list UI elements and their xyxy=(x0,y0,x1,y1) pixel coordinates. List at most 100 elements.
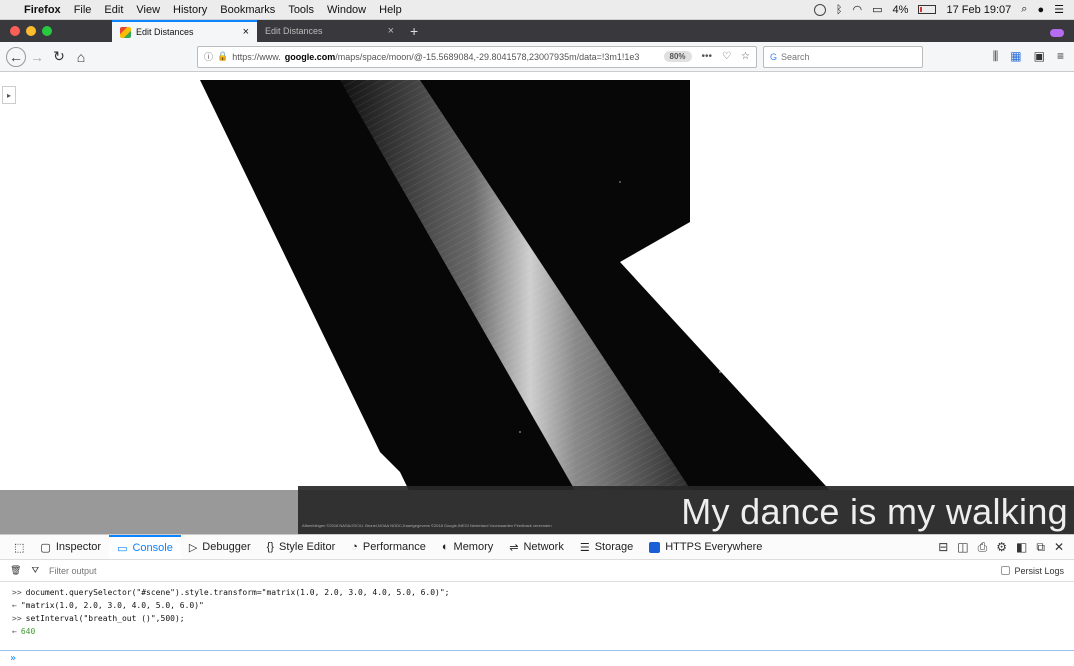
clear-console-trash-icon[interactable]: 🗑 xyxy=(10,565,21,576)
sidebar-toggle-icon[interactable]: ▣ xyxy=(1034,49,1045,64)
bluetooth-icon[interactable]: ᛒ xyxy=(836,4,843,16)
tab-style-editor[interactable]: {} Style Editor xyxy=(259,535,344,559)
wifi-icon[interactable]: ◠ xyxy=(853,3,863,16)
tab-storage-label: Storage xyxy=(594,541,634,553)
close-tab-icon[interactable]: × xyxy=(243,26,249,38)
console-prompt-icon: » xyxy=(10,653,17,664)
tab-performance[interactable]: ◔ Performance xyxy=(343,535,434,559)
reload-button[interactable]: ↻ xyxy=(48,46,70,68)
filter-output-input[interactable]: Filter output xyxy=(49,566,97,576)
home-button[interactable]: ⌂ xyxy=(70,46,92,68)
tab-label: Edit Distances xyxy=(136,27,194,37)
menu-tools[interactable]: Tools xyxy=(288,4,314,16)
tab-console[interactable]: ▭ Console xyxy=(109,535,181,559)
site-info-icon[interactable]: ⓘ xyxy=(204,50,213,63)
menu-help[interactable]: Help xyxy=(379,4,402,16)
console-output: >> document.querySelector("#scene").styl… xyxy=(0,582,1074,666)
pocket-icon[interactable]: ♡ xyxy=(722,51,731,62)
close-devtools-icon[interactable]: ✕ xyxy=(1054,540,1064,554)
tab-strip: Edit Distances × Edit Distances × + xyxy=(0,20,1074,42)
network-icon: ⇌ xyxy=(509,541,519,554)
menu-history[interactable]: History xyxy=(173,4,207,16)
close-tab-icon[interactable]: × xyxy=(388,25,394,37)
tab-edit-distances-active[interactable]: Edit Distances × xyxy=(112,20,257,42)
google-maps-favicon-icon xyxy=(120,26,131,38)
devtools-toolbar: ⬚ ▢ Inspector ▭ Console ▷ Debugger {} Style … xyxy=(0,534,1074,560)
page-actions-icon[interactable]: ••• xyxy=(702,51,713,62)
console-input-field[interactable]: » xyxy=(0,650,1074,666)
tab-debugger[interactable]: ▷ Debugger xyxy=(181,535,259,559)
console-input-text[interactable]: document.querySelector("#scene").style.t… xyxy=(26,588,450,597)
dock-options-icon[interactable]: ⊟ xyxy=(938,540,948,554)
menu-app-name[interactable]: Firefox xyxy=(24,4,61,16)
console-line: >> setInterval("breath_out ()",500); xyxy=(0,612,1074,625)
style-editor-icon: {} xyxy=(266,541,274,553)
url-bar[interactable]: ⓘ 🔒 https://www. google.com/maps/space/mo… xyxy=(197,45,757,68)
persist-logs-checkbox[interactable] xyxy=(1001,566,1011,575)
tab-memory[interactable]: ◐ Memory xyxy=(434,535,501,559)
tab-https-everywhere-label: HTTPS Everywhere xyxy=(665,541,763,553)
search-bar[interactable]: G Search xyxy=(763,45,923,68)
caption-overlay: Afbeeldingen ©2018 NASA/JSC/U. Brunei,NO… xyxy=(298,486,1074,534)
dock-side-icon[interactable]: ◧ xyxy=(1016,540,1027,554)
bookmark-star-icon[interactable]: ☆ xyxy=(741,51,750,62)
battery-percent: 4% xyxy=(892,3,909,16)
tab-https-everywhere[interactable]: HTTPS Everywhere xyxy=(641,535,770,559)
tab-inspector[interactable]: ▢ Inspector xyxy=(32,535,109,559)
split-console-icon[interactable]: ◫ xyxy=(957,540,968,554)
spotlight-search-icon[interactable]: ⌕ xyxy=(1021,3,1027,16)
element-picker-icon: ⬚ xyxy=(14,541,25,554)
extension-icon[interactable]: ▦ xyxy=(1010,49,1021,64)
notification-center-icon[interactable]: ☰ xyxy=(1054,3,1064,16)
zoom-level-button[interactable]: 80% xyxy=(663,51,692,62)
filter-funnel-icon[interactable]: ⛛ xyxy=(31,565,39,576)
menu-window[interactable]: Window xyxy=(327,4,366,16)
page-content: ▸ Afbeeldingen ©2018 NASA/JSC/U. Brunei,… xyxy=(0,72,1074,534)
tab-edit-distances[interactable]: Edit Distances × xyxy=(257,20,402,42)
minimize-window-icon[interactable] xyxy=(26,26,36,36)
map-copyright-text[interactable]: Afbeeldingen ©2018 NASA/JSC/U. Brunei,NO… xyxy=(302,523,552,528)
sidebar-expand-button[interactable]: ▸ xyxy=(2,86,16,104)
console-line: >> document.querySelector("#scene").styl… xyxy=(0,586,1074,599)
console-output-text[interactable]: "matrix(1.0, 2.0, 3.0, 4.0, 5.0, 6.0)" xyxy=(21,601,204,610)
library-icon[interactable]: ⫼ xyxy=(993,49,999,64)
settings-gear-icon[interactable]: ⚙ xyxy=(996,540,1007,554)
tab-debugger-label: Debugger xyxy=(202,541,251,553)
separate-window-icon[interactable]: ⧉ xyxy=(1036,540,1045,555)
screenshot-icon[interactable]: ⎙ xyxy=(978,540,988,555)
console-line: ← 640 xyxy=(0,625,1074,638)
google-search-icon: G xyxy=(770,51,778,62)
back-button[interactable]: ← xyxy=(6,46,26,67)
zoom-window-icon[interactable] xyxy=(42,26,52,36)
battery-icon[interactable] xyxy=(918,5,937,14)
console-output-number[interactable]: 640 xyxy=(21,627,35,636)
record-icon[interactable] xyxy=(813,3,826,16)
close-window-icon[interactable] xyxy=(10,26,20,36)
menu-view[interactable]: View xyxy=(136,4,160,16)
moon-speck xyxy=(619,181,621,183)
forward-button[interactable]: → xyxy=(26,46,48,68)
tab-performance-label: Performance xyxy=(362,541,426,553)
menu-file[interactable]: File xyxy=(74,4,92,16)
airplay-icon[interactable]: ▭ xyxy=(872,3,882,16)
menu-bookmarks[interactable]: Bookmarks xyxy=(220,4,275,16)
new-tab-button[interactable]: + xyxy=(402,23,426,42)
persist-logs-toggle[interactable]: Persist Logs xyxy=(1001,566,1064,576)
hamburger-menu-icon[interactable]: ≡ xyxy=(1057,49,1064,64)
siri-icon[interactable]: ● xyxy=(1037,4,1044,16)
persist-logs-label: Persist Logs xyxy=(1014,565,1064,576)
tab-storage[interactable]: ☰ Storage xyxy=(572,535,641,559)
tab-inspector-label: Inspector xyxy=(55,541,102,553)
input-prompt-icon: >> xyxy=(12,588,22,597)
clock[interactable]: 17 Feb 19:07 xyxy=(946,4,1011,16)
lock-icon: 🔒 xyxy=(217,51,229,61)
memory-icon: ◐ xyxy=(441,541,449,553)
console-line: ← "matrix(1.0, 2.0, 3.0, 4.0, 5.0, 6.0)" xyxy=(0,599,1074,612)
console-input-text[interactable]: setInterval("breath_out ()",500); xyxy=(26,614,185,623)
debugger-icon: ▷ xyxy=(188,541,198,554)
tab-network[interactable]: ⇌ Network xyxy=(501,535,572,559)
menu-edit[interactable]: Edit xyxy=(104,4,123,16)
output-arrow-icon: ← xyxy=(12,627,17,636)
element-picker-button[interactable]: ⬚ xyxy=(6,535,32,559)
moon-surface-image[interactable] xyxy=(0,72,1074,534)
